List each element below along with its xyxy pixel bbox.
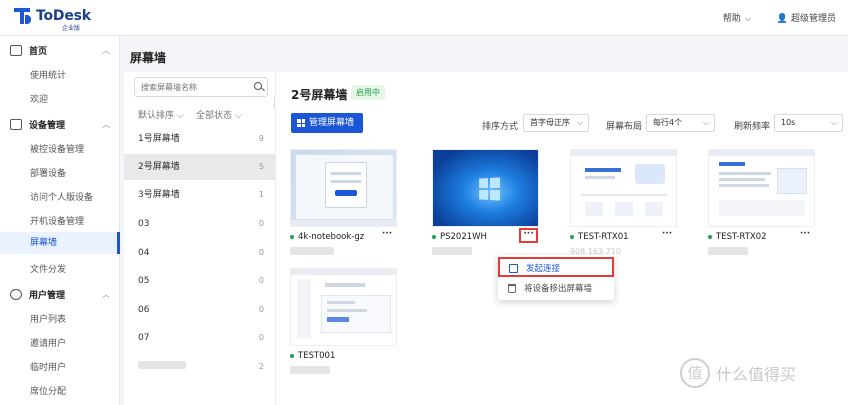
status-badge: 启用中 [351, 85, 385, 100]
chevron-down-icon: ⌵ [234, 111, 242, 121]
grid-icon [297, 119, 305, 127]
layout-label: 屏幕布局 [606, 122, 643, 132]
device-screen-thumbnail[interactable] [290, 149, 397, 227]
redacted-text [708, 247, 748, 255]
wall-list-item[interactable]: 1号屏幕墙 9 [124, 126, 276, 152]
monitor-icon [10, 119, 22, 130]
chevron-up-icon: ︿ [102, 46, 110, 55]
user-menu[interactable]: 👤 超级管理员 [777, 11, 836, 24]
wall-search-input[interactable] [135, 78, 245, 96]
page-title: 屏幕墙 [124, 42, 848, 74]
more-options-icon[interactable]: ··· [519, 228, 538, 243]
chevron-up-icon: ︿ [102, 120, 110, 129]
sidebar-item-deploy[interactable]: 部署设备 [30, 166, 66, 179]
wall-list-item[interactable]: 05 0 [124, 268, 276, 294]
device-screen-thumbnail[interactable] [432, 149, 539, 227]
chevron-down-icon: ⌵ [830, 118, 837, 127]
more-options-icon[interactable]: ··· [659, 230, 675, 242]
device-name: TEST-RTX01 [570, 232, 629, 242]
device-name: 4k-notebook-gz [290, 232, 364, 242]
user-circle-icon [10, 289, 22, 300]
wall-list-item-selected[interactable]: 2号屏幕墙 5 [124, 154, 276, 180]
wall-list-item[interactable]: 06 0 [124, 297, 276, 323]
device-name: PS2021WH [432, 232, 487, 242]
wall-list-item[interactable]: 2 [124, 354, 276, 380]
sidebar-group-device-mgmt[interactable]: 设备管理 ︿ [10, 118, 110, 131]
layout-select[interactable]: 每行4个 ⌵ [646, 114, 715, 132]
more-options-icon[interactable]: ··· [379, 230, 395, 242]
redacted-text [290, 366, 330, 374]
refresh-label: 刷新频率 [734, 122, 771, 132]
device-name: TEST001 [290, 351, 335, 361]
sidebar-item-invite[interactable]: 邀请用户 [30, 336, 66, 349]
device-id-redacted [290, 366, 330, 376]
device-name: TEST-RTX02 [708, 232, 767, 242]
device-id-redacted [290, 247, 334, 257]
trash-icon [508, 284, 516, 293]
wall-search[interactable] [134, 77, 268, 97]
remove-from-wall-menu-item[interactable]: 将设备移出屏幕墙 [498, 279, 614, 299]
wall-list-item[interactable]: 3号屏幕墙 1 [124, 182, 276, 208]
top-bar: ToDesk 企业版 帮助 ⌵ 👤 超级管理员 [0, 0, 848, 36]
sidebar-group-home[interactable]: 首页 ︿ [10, 44, 110, 57]
device-id-redacted [708, 247, 748, 257]
wall-list-item[interactable]: 03 0 [124, 211, 276, 237]
home-icon [10, 45, 22, 56]
todesk-logo[interactable]: ToDesk 企业版 [14, 8, 91, 32]
sort-filter[interactable]: 默认排序 ⌵ [138, 108, 184, 121]
redacted-text [290, 247, 334, 255]
logo-name: ToDesk [36, 8, 91, 24]
device-id-redacted [432, 247, 472, 257]
watermark-logo-icon: 值 [680, 358, 710, 388]
sidebar-item-personal-devices[interactable]: 访问个人版设备 [30, 190, 93, 203]
sidebar-item-seats[interactable]: 席位分配 [30, 384, 66, 397]
chevron-down-icon: ⌵ [744, 14, 751, 23]
sidebar-item-user-list[interactable]: 用户列表 [30, 312, 66, 325]
sort-select[interactable]: 首字母正序 ⌵ [523, 114, 589, 132]
sidebar-item-file-dist[interactable]: 文件分发 [30, 262, 66, 275]
online-status-dot [290, 353, 294, 358]
refresh-select[interactable]: 10s ⌵ [774, 114, 843, 132]
search-icon[interactable] [254, 82, 262, 90]
sidebar-group-user-mgmt[interactable]: 用户管理 ︿ [10, 288, 110, 301]
logo-edition: 企业版 [62, 25, 81, 32]
sidebar: 首页 ︿ 使用统计 欢迎 设备管理 ︿ 被控设备管理 部署设备 访问个人版设备 开机… [0, 36, 120, 405]
connect-icon [509, 264, 518, 273]
more-options-icon[interactable]: ··· [797, 230, 813, 242]
wall-list-panel: 默认排序 ⌵ 全部状态 ⌵ 1号屏幕墙9 2号屏幕墙5 3号屏幕墙1 030 0… [124, 72, 276, 405]
online-status-dot [290, 234, 294, 239]
wall-title: 2号屏幕墙 [291, 88, 348, 102]
start-connection-menu-item[interactable]: 发起连接 [498, 257, 614, 277]
status-filter[interactable]: 全部状态 ⌵ [196, 108, 242, 121]
device-screen-thumbnail[interactable] [570, 149, 677, 227]
chevron-down-icon: ⌵ [176, 111, 184, 121]
online-status-dot [432, 234, 436, 239]
wall-list-item[interactable]: 07 0 [124, 325, 276, 351]
chevron-up-icon: ︿ [102, 290, 110, 299]
user-icon: 👤 [776, 14, 789, 24]
todesk-logo-icon [14, 8, 32, 24]
device-context-menu: 发起连接 将设备移出屏幕墙 [498, 255, 614, 300]
manage-wall-button[interactable]: 管理屏幕墙 [291, 113, 363, 133]
sidebar-item-usage-stats[interactable]: 使用统计 [30, 68, 66, 81]
device-screen-thumbnail[interactable] [290, 268, 397, 346]
chevron-down-icon: ⌵ [576, 118, 583, 127]
wall-list-item[interactable]: 04 0 [124, 240, 276, 266]
sidebar-item-boot-devices[interactable]: 开机设备管理 [30, 214, 84, 227]
redacted-text [432, 247, 472, 255]
device-screen-thumbnail[interactable] [708, 149, 815, 227]
help-menu[interactable]: 帮助 ⌵ [723, 11, 751, 24]
online-status-dot [708, 234, 712, 239]
site-watermark: 值 什么值得买 [680, 358, 796, 388]
online-status-dot [570, 234, 574, 239]
sidebar-item-screen-wall[interactable]: 屏幕墙 [0, 232, 120, 254]
chevron-down-icon: ⌵ [702, 118, 709, 127]
sidebar-item-welcome[interactable]: 欢迎 [30, 92, 48, 105]
sidebar-item-temp-users[interactable]: 临时用户 [30, 360, 66, 373]
sort-label: 排序方式 [482, 122, 519, 132]
redacted-text [138, 361, 186, 369]
sidebar-item-controlled-devices[interactable]: 被控设备管理 [30, 142, 84, 155]
main-area: 屏幕墙 默认排序 ⌵ 全部状态 ⌵ 1号屏幕墙9 2号屏幕墙5 3号屏幕墙1 0… [120, 36, 848, 405]
